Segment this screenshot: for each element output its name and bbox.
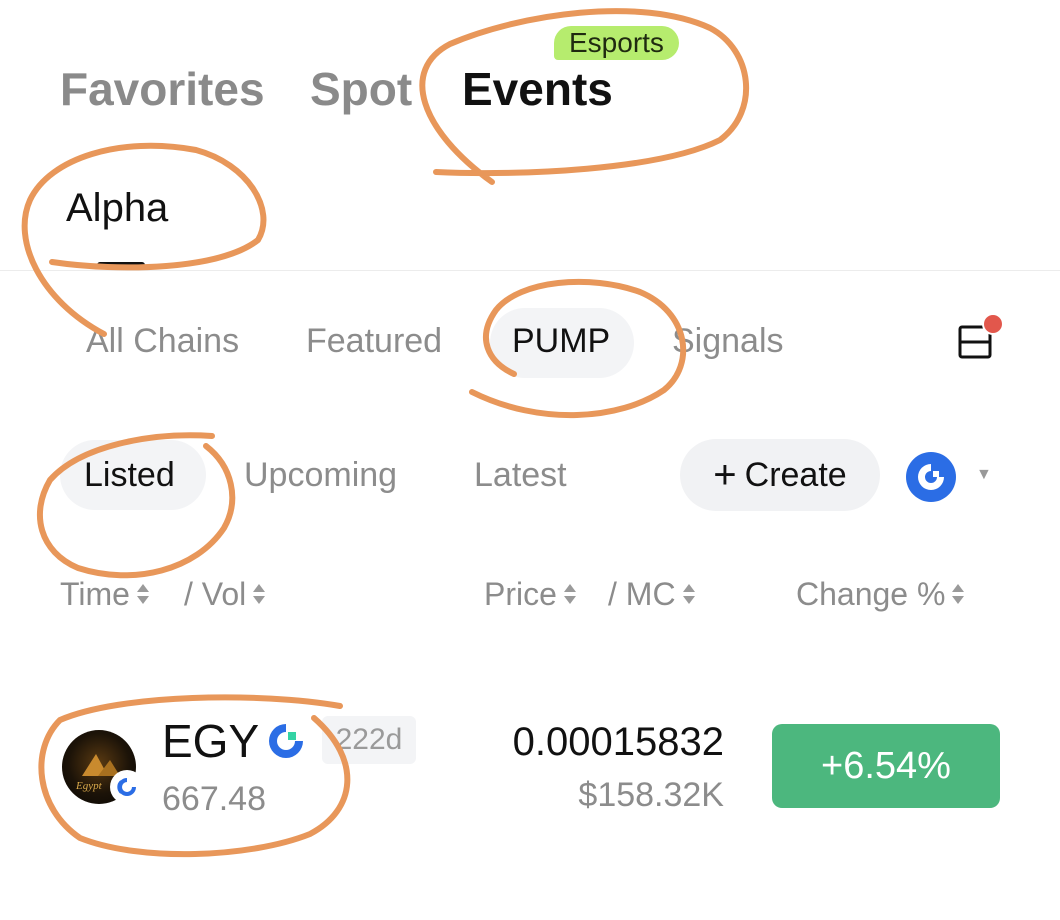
column-header-vol-label: / Vol	[184, 576, 247, 612]
chain-filter-featured[interactable]: Featured	[306, 322, 442, 361]
token-age-badge: 222d	[322, 716, 416, 764]
sort-icon	[136, 582, 150, 606]
chain-badge-icon	[110, 770, 144, 804]
column-header-change[interactable]: Change %	[796, 576, 965, 613]
column-header-price[interactable]: Price	[484, 576, 577, 613]
notification-dot	[982, 313, 1004, 335]
tab-latest[interactable]: Latest	[474, 456, 567, 495]
divider	[0, 270, 1060, 271]
sort-icon	[682, 582, 696, 606]
token-market-cap: $158.32K	[578, 776, 724, 814]
chain-filter-signals[interactable]: Signals	[672, 322, 784, 361]
tab-upcoming[interactable]: Upcoming	[244, 456, 397, 495]
column-header-time[interactable]: Time	[60, 576, 150, 613]
column-header-time-label: Time	[60, 576, 130, 612]
sort-icon	[951, 582, 965, 606]
tab-events[interactable]: Events	[462, 62, 613, 116]
plus-icon: +	[713, 452, 737, 497]
tab-favorites[interactable]: Favorites	[60, 62, 265, 116]
chain-icon	[269, 724, 303, 758]
column-header-vol[interactable]: / Vol	[184, 576, 266, 613]
price-change-badge[interactable]: +6.54%	[772, 724, 1000, 808]
chain-filter-all-chains[interactable]: All Chains	[86, 322, 239, 361]
sort-icon	[563, 582, 577, 606]
token-price: 0.00015832	[512, 720, 724, 764]
column-header-change-label: Change %	[796, 576, 946, 612]
column-header-mc-label: / MC	[608, 576, 676, 612]
active-tab-indicator	[97, 262, 145, 268]
column-header-mc[interactable]: / MC	[608, 576, 696, 613]
esports-badge: Esports	[554, 26, 679, 60]
token-volume: 667.48	[162, 780, 266, 818]
tab-spot[interactable]: Spot	[310, 62, 412, 116]
create-button[interactable]: + Create	[680, 439, 880, 511]
column-header-price-label: Price	[484, 576, 557, 612]
create-button-label: Create	[744, 455, 847, 494]
annotation-circle-alpha	[21, 142, 267, 337]
avatar-label: Egypt	[76, 780, 102, 792]
chain-selector-icon[interactable]	[906, 452, 956, 502]
chain-filter-pump[interactable]: PUMP	[512, 322, 610, 361]
token-symbol: EGY	[162, 715, 260, 767]
tab-alpha[interactable]: Alpha	[66, 186, 168, 231]
sort-icon	[252, 582, 266, 606]
chevron-down-icon[interactable]: ▼	[976, 466, 992, 484]
tab-listed[interactable]: Listed	[84, 456, 175, 495]
